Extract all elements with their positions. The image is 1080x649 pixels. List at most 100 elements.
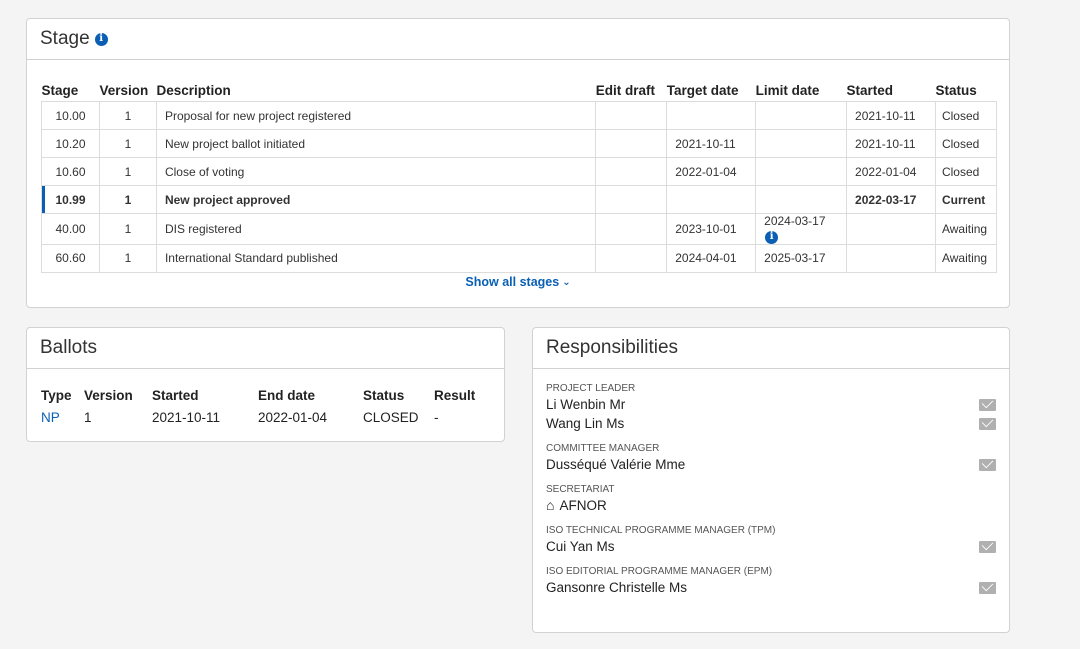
cell-started: 2021-10-11 [152, 409, 221, 425]
responsibility-person: ⌂ AFNOR [546, 496, 996, 515]
col-started: Started [846, 83, 894, 98]
responsibility-group: PROJECT LEADER Li Wenbin Mr Wang Lin Ms [546, 382, 996, 433]
cell-edit-draft [595, 243, 668, 273]
cell-status: Closed [934, 129, 998, 158]
cell-description: New project approved [155, 185, 597, 214]
envelope-icon[interactable] [979, 398, 996, 411]
ballots-table-header: Type Version Started End date Status Res… [41, 384, 484, 406]
cell-limit-date: 2024-03-17 i [755, 213, 848, 245]
cell-end-date: 2022-01-04 [258, 409, 328, 425]
cell-status: Current [934, 185, 998, 214]
responsibility-group: SECRETARIAT ⌂ AFNOR [546, 483, 996, 515]
cell-stage: 10.99 [41, 185, 100, 214]
ballot-type-link[interactable]: NP [41, 410, 84, 425]
col-end-date: End date [258, 387, 316, 403]
table-row: 10.60 1 Close of voting 2022-01-04 2022-… [41, 157, 998, 186]
col-stage: Stage [41, 83, 79, 98]
responsibility-person: Gansonre Christelle Ms [546, 578, 996, 597]
responsibility-person: Cui Yan Ms [546, 537, 996, 556]
cell-edit-draft [595, 129, 668, 158]
col-version: Version [84, 387, 133, 403]
cell-status: Closed [934, 157, 998, 186]
responsibility-role: SECRETARIAT [546, 484, 615, 495]
stage-table: Stage Version Description Edit draft Tar… [41, 76, 998, 273]
cell-edit-draft [595, 157, 668, 186]
col-limit-date: Limit date [755, 83, 820, 98]
info-circle-icon[interactable]: i [94, 32, 108, 46]
cell-started [846, 243, 936, 273]
person-name: Li Wenbin Mr [546, 397, 626, 412]
col-version: Version [99, 83, 149, 98]
responsibility-person: Dusséqué Valérie Mme [546, 455, 996, 474]
table-row: 10.00 1 Proposal for new project registe… [41, 101, 998, 130]
responsibility-person: Li Wenbin Mr [546, 395, 996, 414]
show-all-stages-link[interactable]: Show all stages ⌄ [27, 275, 1009, 289]
responsibility-person: Wang Lin Ms [546, 414, 996, 433]
table-row: NP 1 2021-10-11 2022-01-04 CLOSED - [41, 406, 484, 428]
envelope-icon[interactable] [979, 540, 996, 553]
show-all-stages-label: Show all stages [465, 275, 560, 289]
cell-description: Proposal for new project registered [155, 101, 597, 130]
person-name: Wang Lin Ms [546, 416, 625, 431]
responsibility-group: ISO EDITORIAL PROGRAMME MANAGER (EPM) Ga… [546, 565, 996, 597]
envelope-icon[interactable] [979, 417, 996, 430]
cell-version: 1 [98, 185, 157, 214]
col-target-date: Target date [666, 83, 739, 98]
col-status: Status [363, 387, 405, 403]
col-result: Result [434, 387, 476, 403]
cell-result: - [434, 409, 439, 425]
cell-status: Awaiting [934, 243, 998, 273]
responsibility-role: PROJECT LEADER [546, 383, 636, 394]
cell-limit-date: 2025-03-17 [755, 243, 848, 273]
organization-name: AFNOR [559, 498, 607, 513]
person-name: Cui Yan Ms [546, 539, 615, 554]
stage-table-header: Stage Version Description Edit draft Tar… [42, 76, 997, 102]
cell-status: Closed [934, 101, 998, 130]
col-started: Started [152, 387, 199, 403]
info-circle-icon[interactable]: i [765, 230, 779, 244]
col-type: Type [41, 387, 72, 403]
cell-stage: 10.20 [41, 129, 100, 158]
ballots-panel-title: Ballots [40, 337, 98, 358]
cell-status: Awaiting [934, 213, 998, 245]
responsibility-group: ISO TECHNICAL PROGRAMME MANAGER (TPM) Cu… [546, 524, 996, 556]
cell-limit-date [755, 101, 848, 130]
table-row: 40.00 1 DIS registered 2023-10-01 2024-0… [41, 213, 998, 245]
cell-stage: 40.00 [41, 213, 100, 245]
envelope-icon[interactable] [979, 581, 996, 594]
person-name: Dusséqué Valérie Mme [546, 457, 686, 472]
stage-panel: Stage i Stage Version Description Edit d… [26, 18, 1010, 308]
col-description: Description [156, 83, 231, 98]
col-edit-draft: Edit draft [595, 83, 656, 98]
cell-started: 2021-10-11 [846, 129, 936, 158]
cell-version: 1 [98, 243, 157, 273]
cell-version: 1 [98, 129, 157, 158]
cell-edit-draft [595, 185, 668, 214]
cell-started: 2022-03-17 [846, 185, 936, 214]
cell-started [846, 213, 936, 245]
cell-description: Close of voting [155, 157, 597, 186]
cell-target-date: 2022-01-04 [666, 157, 757, 186]
cell-limit-date [755, 185, 848, 214]
cell-target-date: 2021-10-11 [666, 129, 757, 158]
envelope-icon[interactable] [979, 458, 996, 471]
cell-target-date: 2024-04-01 [666, 243, 757, 273]
cell-version: 1 [98, 157, 157, 186]
cell-version: 1 [98, 101, 157, 130]
cell-status: CLOSED [363, 409, 419, 425]
cell-limit-date [755, 157, 848, 186]
table-row: 10.20 1 New project ballot initiated 202… [41, 129, 998, 158]
responsibilities-panel-header: Responsibilities [533, 328, 1009, 369]
cell-description: International Standard published [155, 243, 597, 273]
cell-edit-draft [595, 213, 668, 245]
responsibility-group: COMMITTEE MANAGER Dusséqué Valérie Mme [546, 442, 996, 474]
cell-stage: 10.60 [41, 157, 100, 186]
cell-target-date [666, 101, 757, 130]
ballots-panel-header: Ballots [27, 328, 504, 369]
chevron-down-icon: ⌄ [562, 277, 571, 288]
home-icon: ⌂ [546, 497, 555, 513]
stage-panel-header: Stage i [27, 19, 1009, 60]
cell-description: New project ballot initiated [155, 129, 597, 158]
responsibilities-panel-title: Responsibilities [546, 337, 679, 358]
stage-panel-title: Stage [40, 28, 90, 49]
